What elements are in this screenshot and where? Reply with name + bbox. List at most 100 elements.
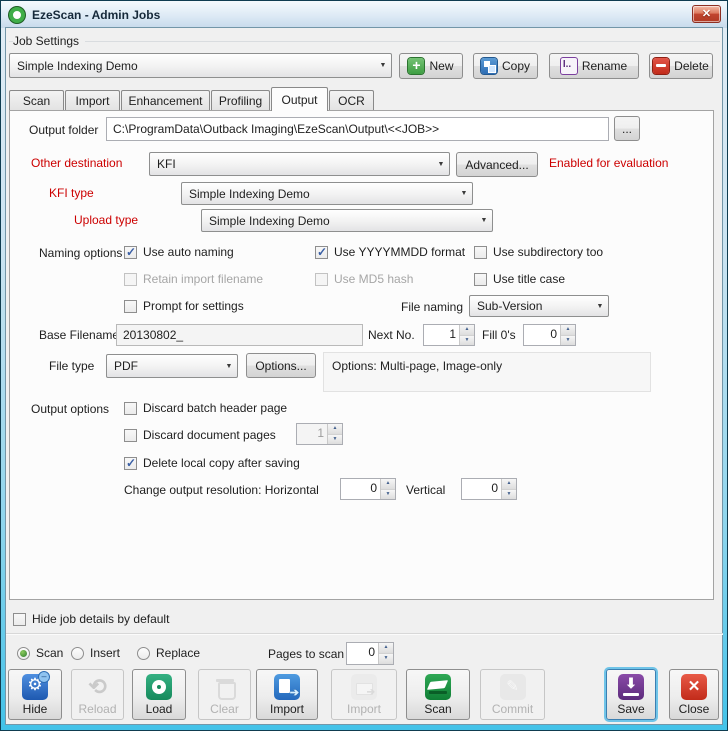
spin-down-icon[interactable]: ▼: [328, 435, 342, 445]
output-folder-input[interactable]: C:\ProgramData\Outback Imaging\EzeScan\O…: [106, 117, 609, 141]
spinner-arrows[interactable]: ▲▼: [380, 479, 395, 499]
spinner-arrows[interactable]: ▲▼: [378, 643, 393, 664]
load-button[interactable]: Load: [132, 669, 186, 720]
output-folder-label: Output folder: [29, 123, 98, 137]
job-select[interactable]: Simple Indexing Demo ▼: [9, 53, 392, 78]
horizontal-resolution-spinner[interactable]: 0 ▲▼: [340, 478, 396, 500]
upload-type-select[interactable]: Simple Indexing Demo ▼: [201, 209, 493, 232]
spin-up-icon[interactable]: ▲: [460, 325, 474, 336]
file-type-select[interactable]: PDF ▼: [106, 354, 238, 378]
spin-down-icon[interactable]: ▼: [381, 490, 395, 500]
button-label: Import: [270, 702, 304, 716]
tab-enhancement[interactable]: Enhancement: [121, 90, 210, 111]
tab-output[interactable]: Output: [271, 87, 328, 111]
copy-button[interactable]: Copy: [473, 53, 538, 79]
base-filename-value: 20130802_: [123, 328, 183, 342]
spin-up-icon[interactable]: ▲: [502, 479, 516, 490]
vertical-resolution-spinner[interactable]: 0 ▲▼: [461, 478, 517, 500]
discard-pages-spinner[interactable]: 1 ▲▼: [296, 423, 343, 445]
file-type-options-button[interactable]: Options...: [246, 353, 316, 378]
spinner-arrows[interactable]: ▲▼: [327, 424, 342, 444]
tab-label: Import: [75, 94, 109, 108]
tab-scan[interactable]: Scan: [9, 90, 64, 111]
radio-insert[interactable]: Insert: [71, 645, 120, 661]
radio-scan[interactable]: Scan: [17, 645, 63, 661]
pages-to-scan-spinner[interactable]: 0 ▲▼: [346, 642, 394, 665]
checkbox-discard-batch-header-page[interactable]: Discard batch header page: [124, 400, 287, 416]
base-filename-input[interactable]: 20130802_: [116, 324, 363, 346]
browse-button[interactable]: ...: [614, 116, 640, 141]
fill-zeros-spinner[interactable]: 0 ▲▼: [523, 324, 576, 346]
spinner-arrows[interactable]: ▲▼: [501, 479, 516, 499]
spin-up-icon[interactable]: ▲: [381, 479, 395, 490]
spin-down-icon[interactable]: ▼: [379, 654, 393, 664]
dropdown-arrow-icon[interactable]: ▼: [221, 363, 237, 370]
reload-button[interactable]: Reload: [71, 669, 124, 720]
file-naming-select[interactable]: Sub-Version ▼: [469, 295, 609, 317]
import-button[interactable]: Import: [256, 669, 318, 720]
commit-button[interactable]: Commit: [480, 669, 545, 720]
checkbox-retain-import-filename[interactable]: Retain import filename: [124, 271, 263, 287]
tab-import[interactable]: Import: [65, 90, 120, 111]
spin-up-icon[interactable]: ▲: [379, 643, 393, 654]
import-secondary-button[interactable]: Import: [331, 669, 397, 720]
disc-icon: [146, 674, 172, 700]
spin-down-icon[interactable]: ▼: [561, 336, 575, 346]
checkbox-box: [124, 246, 137, 259]
dropdown-arrow-icon[interactable]: ▼: [476, 217, 492, 224]
spin-up-icon[interactable]: ▲: [328, 424, 342, 435]
dropdown-arrow-icon[interactable]: ▼: [592, 303, 608, 310]
clear-button[interactable]: Clear: [198, 669, 251, 720]
spinner-arrows[interactable]: ▲▼: [459, 325, 474, 345]
close-x-icon: [681, 674, 707, 700]
checkbox-discard-document-pages[interactable]: Discard document pages: [124, 427, 276, 443]
dropdown-arrow-icon[interactable]: ▼: [433, 161, 449, 168]
spin-up-icon[interactable]: ▲: [561, 325, 575, 336]
checkbox-box: [474, 246, 487, 259]
kfi-type-select[interactable]: Simple Indexing Demo ▼: [181, 182, 473, 205]
checkbox-use-auto-naming[interactable]: Use auto naming: [124, 244, 234, 260]
checkbox-label: Use auto naming: [143, 245, 234, 259]
vertical-resolution-value: 0: [462, 479, 501, 499]
checkbox-use-title-case[interactable]: Use title case: [474, 271, 565, 287]
other-destination-label: Other destination: [31, 156, 122, 170]
checkbox-box: [474, 273, 487, 286]
other-destination-select[interactable]: KFI ▼: [149, 152, 450, 176]
radio-label: Insert: [90, 646, 120, 660]
checkbox-box: [124, 402, 137, 415]
spinner-arrows[interactable]: ▲▼: [560, 325, 575, 345]
pages-to-scan-label: Pages to scan: [268, 647, 344, 661]
spin-down-icon[interactable]: ▼: [502, 490, 516, 500]
button-label: Clear: [210, 702, 239, 716]
window-close-button[interactable]: ✕: [692, 5, 721, 23]
close-icon: ✕: [702, 8, 711, 20]
next-no-value: 1: [424, 325, 459, 345]
tab-profiling[interactable]: Profiling: [211, 90, 270, 111]
dialog-body: Job Settings Simple Indexing Demo ▼ New …: [6, 28, 722, 724]
checkbox-use-subdirectory-too[interactable]: Use subdirectory too: [474, 244, 603, 260]
dropdown-arrow-icon[interactable]: ▼: [456, 190, 472, 197]
new-button[interactable]: New: [399, 53, 463, 79]
hide-button[interactable]: Hide: [8, 669, 62, 720]
checkbox-prompt-for-settings[interactable]: Prompt for settings: [124, 298, 244, 314]
scan-button[interactable]: Scan: [406, 669, 470, 720]
rename-button-label: Rename: [582, 59, 627, 73]
title-bar[interactable]: EzeScan - Admin Jobs ✕: [1, 1, 727, 28]
checkbox-use-yyyymmdd-format[interactable]: Use YYYYMMDD format: [315, 244, 465, 260]
close-button[interactable]: Close: [669, 669, 719, 720]
rename-button[interactable]: Rename: [549, 53, 639, 79]
dropdown-arrow-icon[interactable]: ▼: [375, 62, 391, 69]
save-button[interactable]: Save: [606, 669, 656, 720]
checkbox-use-md5-hash[interactable]: Use MD5 hash: [315, 271, 413, 287]
tab-ocr[interactable]: OCR: [329, 90, 374, 111]
next-no-spinner[interactable]: 1 ▲▼: [423, 324, 475, 346]
button-label: Load: [146, 702, 173, 716]
delete-button[interactable]: Delete: [649, 53, 713, 79]
radio-replace[interactable]: Replace: [137, 645, 200, 661]
spin-down-icon[interactable]: ▼: [460, 336, 474, 346]
checkbox-hide-job-details[interactable]: Hide job details by default: [13, 611, 169, 627]
checkbox-delete-local-copy[interactable]: Delete local copy after saving: [124, 455, 300, 471]
advanced-button[interactable]: Advanced...: [456, 152, 538, 177]
kfi-type-label: KFI type: [49, 186, 94, 200]
evaluation-note: Enabled for evaluation: [549, 156, 668, 170]
